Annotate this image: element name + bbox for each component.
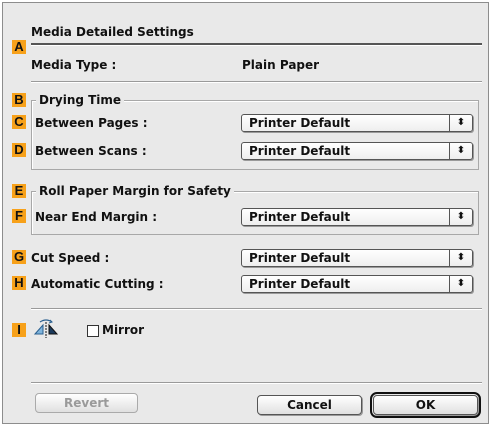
- marker-h: H: [12, 276, 26, 290]
- automatic-cutting-label: Automatic Cutting :: [31, 277, 164, 291]
- up-down-arrows-icon: ⬍: [449, 250, 472, 266]
- mirror-checkbox[interactable]: [87, 325, 99, 337]
- buttons-divider: [31, 382, 482, 384]
- between-pages-select[interactable]: Printer Default ⬍: [241, 114, 473, 132]
- media-type-value: Plain Paper: [242, 58, 320, 72]
- ok-button[interactable]: OK: [370, 392, 481, 418]
- near-end-margin-value: Printer Default: [249, 210, 351, 224]
- title-divider: [31, 43, 482, 46]
- cut-speed-value: Printer Default: [249, 251, 351, 265]
- automatic-cutting-value: Printer Default: [249, 277, 351, 291]
- drying-time-title: Drying Time: [36, 93, 125, 107]
- between-scans-value: Printer Default: [249, 144, 351, 158]
- mirror-label[interactable]: Mirror: [102, 323, 144, 337]
- between-scans-select[interactable]: Printer Default ⬍: [241, 142, 473, 160]
- dialog-title: Media Detailed Settings: [31, 25, 194, 39]
- between-pages-value: Printer Default: [249, 116, 351, 130]
- marker-d: D: [12, 143, 26, 157]
- between-scans-label: Between Scans :: [35, 144, 147, 158]
- cut-speed-label: Cut Speed :: [31, 251, 110, 265]
- marker-g: G: [12, 249, 26, 264]
- media-type-label: Media Type :: [31, 58, 117, 72]
- near-end-margin-select[interactable]: Printer Default ⬍: [241, 208, 473, 226]
- media-detailed-settings-dialog: Media Detailed Settings A Media Type : P…: [2, 2, 489, 424]
- cut-speed-select[interactable]: Printer Default ⬍: [241, 249, 473, 267]
- up-down-arrows-icon: ⬍: [449, 143, 472, 159]
- marker-c: C: [12, 115, 26, 129]
- marker-a: A: [12, 40, 26, 54]
- revert-button[interactable]: Revert: [35, 393, 138, 413]
- up-down-arrows-icon: ⬍: [449, 209, 472, 225]
- marker-b: B: [12, 93, 26, 107]
- up-down-arrows-icon: ⬍: [449, 115, 472, 131]
- cancel-button[interactable]: Cancel: [257, 395, 362, 415]
- options-divider: [31, 308, 482, 310]
- automatic-cutting-select[interactable]: Printer Default ⬍: [241, 275, 473, 293]
- marker-e: E: [12, 184, 26, 198]
- between-pages-label: Between Pages :: [35, 116, 148, 130]
- near-end-margin-label: Near End Margin :: [35, 210, 158, 224]
- mirror-icon: [33, 319, 59, 338]
- media-type-divider: [31, 81, 482, 83]
- roll-paper-margin-title: Roll Paper Margin for Safety: [36, 184, 234, 198]
- up-down-arrows-icon: ⬍: [449, 276, 472, 292]
- marker-f: F: [12, 209, 26, 223]
- marker-i: I: [12, 323, 26, 337]
